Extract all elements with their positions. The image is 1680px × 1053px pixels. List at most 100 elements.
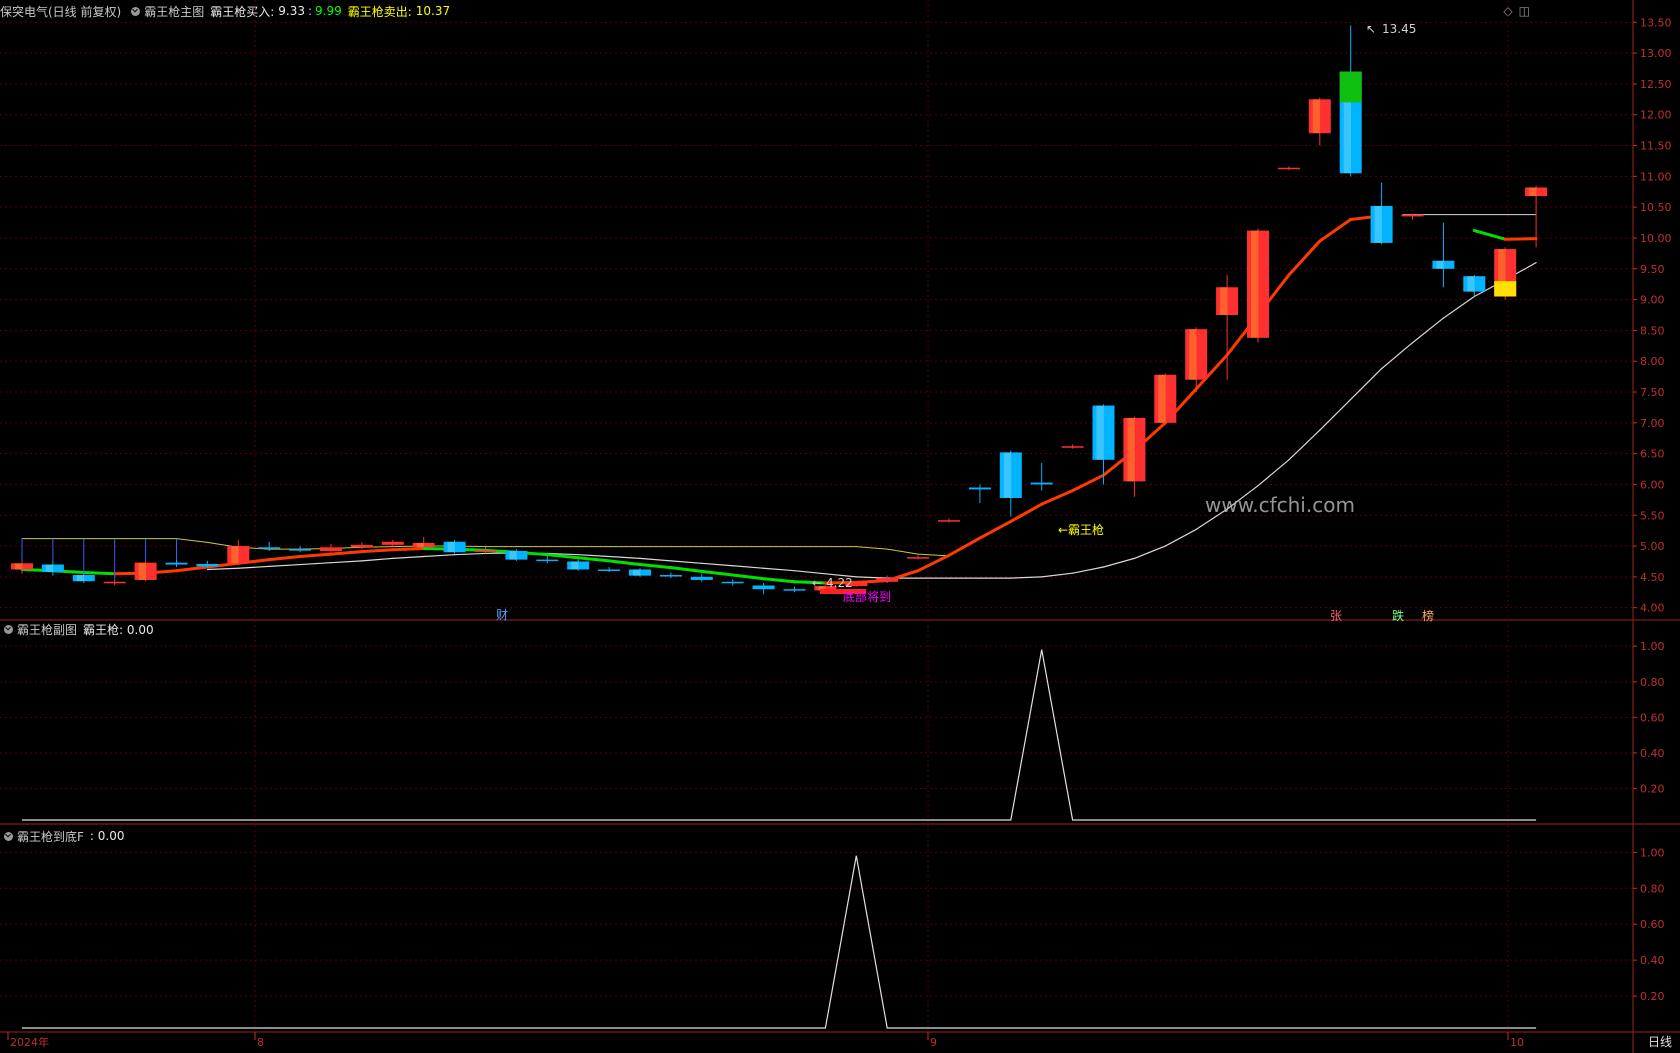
candle[interactable] [1061, 446, 1084, 448]
price-tick-label: 9.00 [1640, 294, 1665, 307]
ma-white-line [330, 560, 363, 564]
ma-white-line [1071, 566, 1105, 574]
candle[interactable] [474, 550, 497, 552]
price-tick-label: 11.00 [1640, 170, 1672, 183]
candle-highlight [1003, 452, 1012, 498]
candle-highlight [1127, 417, 1135, 482]
ma-signal-line [607, 559, 642, 567]
ma-yellow-line [886, 548, 919, 555]
ma-signal-line [391, 547, 426, 552]
ma-signal-line [175, 565, 209, 573]
ma-signal-line [576, 556, 611, 563]
ma-white-line [1133, 545, 1166, 559]
ma-signal-line [360, 548, 395, 554]
ma-signal-line [329, 550, 364, 556]
ma-white-line [1164, 528, 1197, 547]
candle-highlight [571, 561, 579, 570]
candle-highlight [1529, 187, 1537, 197]
candle[interactable] [381, 541, 404, 545]
candle[interactable] [907, 557, 930, 559]
low-price-label: 4.22 [826, 576, 853, 590]
ma-white-line [762, 567, 796, 572]
sub-tick-label: 0.80 [1640, 676, 1665, 689]
price-tick-label: 11.50 [1640, 140, 1672, 153]
candle[interactable] [320, 547, 342, 551]
candle-highlight [76, 575, 85, 582]
ma-signal-line [545, 553, 580, 560]
candle[interactable] [876, 578, 899, 582]
bang-marker[interactable]: 榜 [1422, 608, 1434, 623]
price-tick-label: 6.00 [1640, 478, 1665, 491]
price-tick-label: 6.50 [1640, 448, 1665, 461]
candle-highlight [509, 550, 517, 560]
sub-tick-label: 0.60 [1640, 918, 1665, 931]
ma-white-line [268, 563, 301, 567]
ma-white-line [1288, 429, 1321, 461]
candle[interactable] [752, 585, 775, 590]
price-tick-label: 13.50 [1640, 16, 1672, 29]
candle[interactable] [103, 581, 126, 584]
candle[interactable] [968, 487, 991, 490]
ma-white-line [1411, 317, 1445, 344]
ma-signal-line [1009, 502, 1044, 523]
cai-marker[interactable]: 财 [496, 608, 508, 622]
sub-tick-label: 0.40 [1640, 747, 1665, 760]
ma-white-line [1442, 295, 1475, 319]
candle[interactable] [1401, 214, 1424, 217]
price-tick-label: 12.00 [1640, 109, 1672, 122]
candle[interactable] [1030, 482, 1053, 485]
ma-white-line [361, 557, 394, 562]
ma-signal-line [1287, 239, 1322, 277]
bawangqiang-signal-label: ←霸王枪 [1058, 522, 1104, 537]
ma-white-line [1319, 398, 1352, 431]
candle[interactable] [783, 589, 806, 591]
svg-text:←: ← [812, 576, 822, 590]
ma-white-line [793, 570, 827, 575]
sub-tick-label: 0.60 [1640, 711, 1665, 724]
candle-highlight [633, 569, 641, 576]
ma-signal-line [1472, 229, 1507, 241]
candle-highlight [447, 541, 455, 553]
candle[interactable] [659, 575, 682, 577]
ma-white-line [701, 562, 734, 567]
watermark: www.cfchi.com [1205, 493, 1355, 517]
price-tick-label: 12.50 [1640, 78, 1672, 91]
price-tick-label: 10.00 [1640, 232, 1672, 245]
candle-signal-bottom [1494, 281, 1517, 297]
candle[interactable] [1277, 167, 1300, 170]
candle[interactable] [258, 547, 281, 549]
price-tick-label: 4.00 [1640, 602, 1665, 615]
ma-signal-line [731, 573, 766, 581]
price-tick-label: 8.00 [1640, 355, 1665, 368]
sub-tick-label: 0.40 [1640, 954, 1665, 967]
period-button[interactable]: 日线 [1648, 1033, 1672, 1050]
ma-signal-line [82, 571, 117, 576]
candle[interactable] [165, 562, 188, 565]
candle[interactable] [196, 563, 219, 567]
zhang-marker[interactable]: 张 [1330, 609, 1342, 623]
candle[interactable] [536, 559, 559, 562]
candle[interactable] [690, 576, 713, 580]
candle[interactable] [289, 549, 312, 551]
ma-signal-line [762, 577, 796, 584]
ma-yellow-line [176, 538, 208, 543]
ma-white-line [237, 565, 270, 569]
candle-highlight [1467, 276, 1475, 292]
ma-signal-line [1040, 489, 1075, 506]
price-tick-label: 5.50 [1640, 509, 1665, 522]
ma-white-line [855, 576, 888, 579]
ma-signal-line [1503, 237, 1538, 241]
candle[interactable] [350, 544, 373, 548]
candle[interactable] [938, 520, 960, 522]
candle[interactable] [598, 569, 621, 571]
ma-signal-line [638, 563, 673, 570]
ma-white-line [1041, 572, 1074, 578]
date-tick-label: 8 [257, 1036, 264, 1049]
ma-signal-line [1071, 473, 1105, 493]
stock-chart[interactable]: 13.50 13.00 12.50 12.00 11.50 11.00 10.50 10.00… [0, 0, 1680, 1053]
candle-highlight [1220, 287, 1228, 315]
candle[interactable] [721, 581, 744, 584]
ma-white-line [454, 552, 487, 556]
peak-price-label: 13.45 [1382, 22, 1416, 36]
die-marker[interactable]: 跌 [1392, 608, 1404, 623]
